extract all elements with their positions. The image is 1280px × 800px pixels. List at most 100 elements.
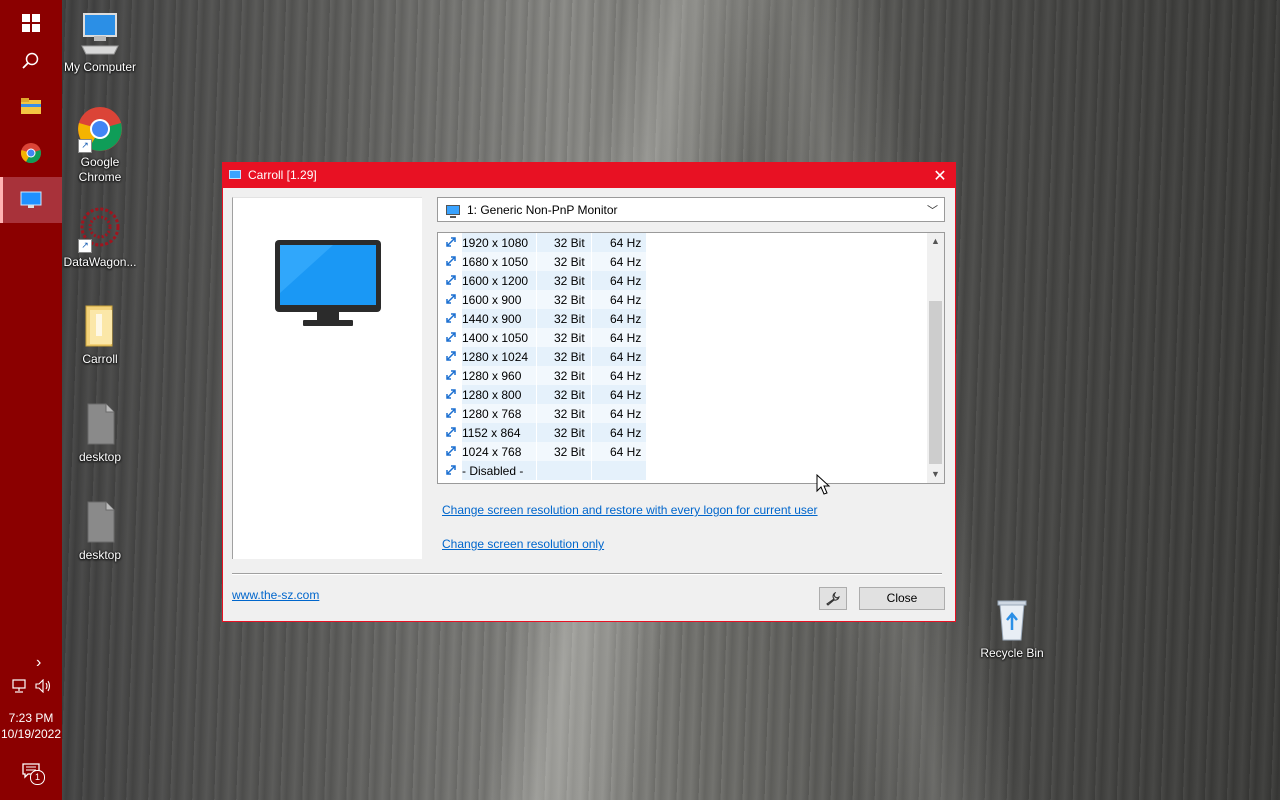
close-button[interactable]: Close <box>859 587 945 610</box>
network-icon[interactable] <box>12 679 30 693</box>
color-depth-value: 32 Bit <box>554 407 585 421</box>
color-depth-value: 32 Bit <box>554 445 585 459</box>
refresh-rate-value: 64 Hz <box>610 293 642 307</box>
mouse-cursor-icon <box>816 474 831 495</box>
app-monitor-icon <box>229 170 241 179</box>
change-resolution-only-link[interactable]: Change screen resolution only <box>442 537 604 551</box>
taskbar-file-explorer[interactable] <box>0 83 62 129</box>
color-depth-value: 32 Bit <box>554 350 585 364</box>
resolution-list-scrollbar[interactable]: ▲ ▼ <box>927 233 944 483</box>
refresh-rate-value: 64 Hz <box>610 255 642 269</box>
resolution-row[interactable]: 1440 x 900 32 Bit 64 Hz <box>438 309 648 328</box>
monitor-icon <box>20 191 42 208</box>
desktop-icon-my-computer[interactable]: My Computer <box>60 10 140 75</box>
action-center-button[interactable]: 1 <box>22 763 45 785</box>
resolution-value: 1280 x 800 <box>462 388 522 402</box>
resize-arrow-icon <box>446 256 456 266</box>
refresh-rate-value: 64 Hz <box>610 388 642 402</box>
resolution-row[interactable]: 1280 x 960 32 Bit 64 Hz <box>438 366 648 385</box>
refresh-rate-value: 64 Hz <box>610 445 642 459</box>
taskbar-clock[interactable]: 7:23 PM 10/19/2022 <box>0 710 62 742</box>
desktop-icon-desktop-1[interactable]: desktop <box>60 400 140 465</box>
resolution-list[interactable]: 1920 x 1080 32 Bit 64 Hz 1680 x 1050 32 Bit 6… <box>437 232 945 484</box>
resolution-value: 1600 x 900 <box>462 293 522 307</box>
settings-button[interactable] <box>819 587 847 610</box>
resolution-row[interactable]: 1400 x 1050 32 Bit 64 Hz <box>438 328 648 347</box>
resize-arrow-icon <box>446 237 456 247</box>
file-icon <box>87 501 115 543</box>
color-depth-value: 32 Bit <box>554 255 585 269</box>
resolution-row[interactable]: 1680 x 1050 32 Bit 64 Hz <box>438 252 648 271</box>
refresh-rate-value: 64 Hz <box>610 369 642 383</box>
refresh-rate-value: 64 Hz <box>610 312 642 326</box>
file-icon <box>87 403 115 445</box>
desktop-icon-carroll-folder[interactable]: Carroll <box>60 302 140 367</box>
divider <box>232 573 942 575</box>
search-button[interactable] <box>0 38 62 84</box>
resolution-value: 1680 x 1050 <box>462 255 529 269</box>
resolution-value: - Disabled - <box>462 464 524 478</box>
scroll-up-arrow-icon[interactable]: ▲ <box>927 233 944 250</box>
folder-icon <box>21 98 41 114</box>
desktop-icon-desktop-2[interactable]: desktop <box>60 498 140 563</box>
monitor-preview-panel <box>232 197 422 559</box>
resolution-row[interactable]: 1280 x 800 32 Bit 64 Hz <box>438 385 648 404</box>
resolution-row[interactable]: 1280 x 1024 32 Bit 64 Hz <box>438 347 648 366</box>
resize-arrow-icon <box>446 389 456 399</box>
title-bar[interactable]: Carroll [1.29] ✕ <box>223 163 955 188</box>
color-depth-value: 32 Bit <box>554 426 585 440</box>
desktop-icon-datawagon[interactable]: ↗ DataWagon... <box>60 205 140 270</box>
resolution-value: 1280 x 1024 <box>462 350 529 364</box>
resolution-value: 1440 x 900 <box>462 312 522 326</box>
clock-time: 7:23 PM <box>8 711 54 725</box>
desktop-icon-recycle-bin[interactable]: Recycle Bin <box>972 596 1052 661</box>
close-icon: ✕ <box>933 167 947 185</box>
show-hidden-icons-chevron-icon[interactable]: › <box>36 654 41 672</box>
resize-arrow-icon <box>446 332 456 342</box>
carroll-window: Carroll [1.29] ✕ 1: Generic Non-PnP Moni… <box>222 162 956 622</box>
color-depth-value: 32 Bit <box>554 388 585 402</box>
resize-arrow-icon <box>446 313 456 323</box>
chevron-down-icon: ﹀ <box>927 205 938 217</box>
chrome-icon <box>21 143 41 164</box>
scrollbar-thumb[interactable] <box>929 301 942 464</box>
windows-logo-icon <box>22 14 40 32</box>
resolution-row[interactable]: 1152 x 864 32 Bit 64 Hz <box>438 423 648 442</box>
computer-icon <box>81 13 119 55</box>
resolution-row[interactable]: - Disabled - <box>438 461 648 480</box>
resolution-row[interactable]: 1600 x 900 32 Bit 64 Hz <box>438 290 648 309</box>
window-close-button[interactable]: ✕ <box>925 163 955 188</box>
resolution-value: 1600 x 1200 <box>462 274 529 288</box>
website-link[interactable]: www.the-sz.com <box>232 588 319 602</box>
recycle-bin-icon <box>997 600 1027 641</box>
resolution-row[interactable]: 1280 x 768 32 Bit 64 Hz <box>438 404 648 423</box>
volume-icon[interactable] <box>35 679 53 693</box>
resize-arrow-icon <box>446 370 456 380</box>
resize-arrow-icon <box>446 408 456 418</box>
scroll-down-arrow-icon[interactable]: ▼ <box>927 466 944 483</box>
resolution-row[interactable]: 1920 x 1080 32 Bit 64 Hz <box>438 233 648 252</box>
color-depth-value: 32 Bit <box>554 236 585 250</box>
desktop-icon-label: Google Chrome <box>78 155 122 184</box>
resolution-row[interactable]: 1600 x 1200 32 Bit 64 Hz <box>438 271 648 290</box>
monitor-select-dropdown[interactable]: 1: Generic Non-PnP Monitor ﹀ <box>437 197 945 222</box>
window-title: Carroll [1.29] <box>248 168 317 182</box>
refresh-rate-value: 64 Hz <box>610 274 642 288</box>
desktop-icon-google-chrome[interactable]: ↗ Google Chrome <box>60 105 140 185</box>
resize-arrow-icon <box>446 351 456 361</box>
resolution-value: 1400 x 1050 <box>462 331 529 345</box>
refresh-rate-value: 64 Hz <box>610 426 642 440</box>
desktop-icon-label: Carroll <box>82 352 118 366</box>
resize-arrow-icon <box>446 446 456 456</box>
refresh-rate-value: 64 Hz <box>610 331 642 345</box>
change-resolution-restore-link[interactable]: Change screen resolution and restore wit… <box>442 503 818 517</box>
taskbar-carroll[interactable] <box>0 177 62 223</box>
taskbar: › 7:23 PM 10/19/2022 1 <box>0 0 62 800</box>
resize-arrow-icon <box>446 294 456 304</box>
folder-icon <box>85 305 113 347</box>
color-depth-value: 32 Bit <box>554 312 585 326</box>
resize-arrow-icon <box>446 427 456 437</box>
color-depth-value: 32 Bit <box>554 293 585 307</box>
resolution-row[interactable]: 1024 x 768 32 Bit 64 Hz <box>438 442 648 461</box>
taskbar-chrome[interactable] <box>0 130 62 176</box>
